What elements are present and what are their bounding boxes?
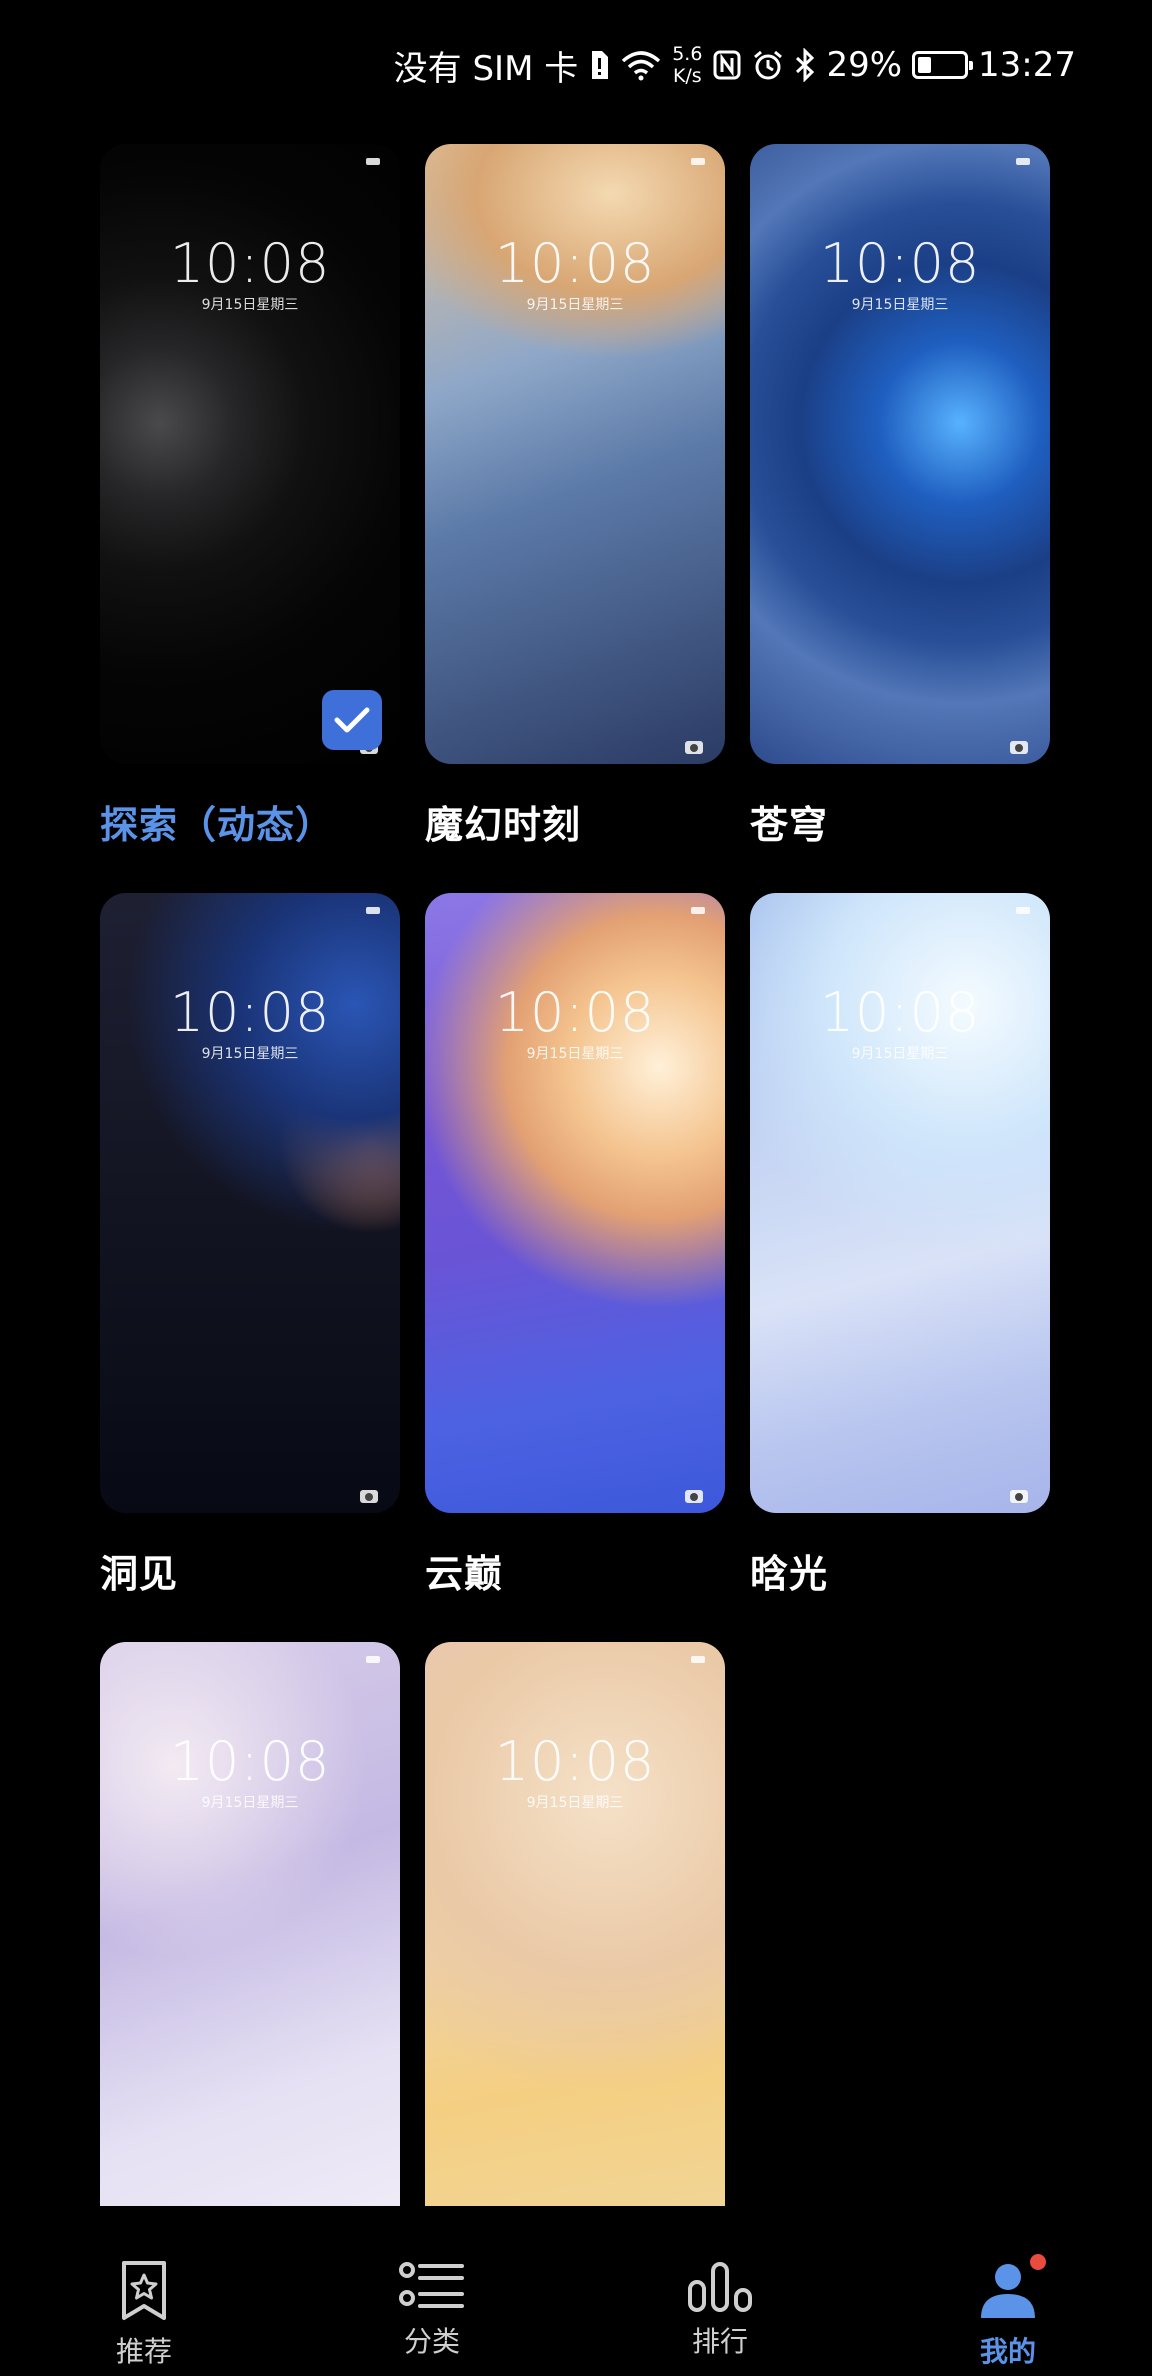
- wallpaper-card[interactable]: 10:08 9月15日星期三 云巅: [425, 893, 725, 1598]
- wallpaper-name: 苍穹: [750, 803, 829, 847]
- wallpaper-name: 魔幻时刻: [425, 803, 582, 847]
- wallpaper-card[interactable]: 10:08 9月15日星期三 探索（动态）: [100, 144, 400, 849]
- mini-battery-icon: [1016, 907, 1030, 914]
- nav-recommend[interactable]: 推荐: [44, 2260, 244, 2370]
- preview-date: 9月15日星期三: [201, 1046, 299, 1062]
- nav-mine[interactable]: 我的: [908, 2254, 1108, 2370]
- wallpaper-card[interactable]: 10:08 9月15日星期三 洞见: [100, 893, 400, 1598]
- preview-date: 9月15日星期三: [201, 297, 299, 313]
- bookmark-star-icon: [122, 2261, 166, 2320]
- camera-icon: [1010, 1490, 1028, 1503]
- preview-clock: 10:08: [819, 981, 981, 1044]
- mini-battery-icon: [366, 1656, 380, 1663]
- wallpaper-name: 晗光: [750, 1552, 829, 1596]
- wallpaper-name: 探索（动态）: [100, 803, 335, 847]
- preview-clock: 10:08: [494, 232, 656, 295]
- wallpaper-card[interactable]: 10:08 9月15日星期三 苍穹: [750, 144, 1050, 849]
- preview-date: 9月15日星期三: [526, 1046, 624, 1062]
- mini-battery-icon: [691, 1656, 705, 1663]
- nav-label: 排行: [691, 2325, 748, 2358]
- wallpaper-card[interactable]: 10:08 9月15日星期三: [425, 1642, 725, 2210]
- bar-chart-icon: [688, 2262, 752, 2312]
- list-icon: [399, 2262, 464, 2308]
- wallpaper-thumbnail[interactable]: 10:08 9月15日星期三: [100, 144, 400, 764]
- wallpaper-grid: 10:08 9月15日星期三 探索（动态） 10:08 9月15日星期三 魔幻时…: [0, 0, 1152, 2210]
- preview-date: 9月15日星期三: [526, 1795, 624, 1811]
- wallpaper-thumbnail[interactable]: 10:08 9月15日星期三: [425, 1642, 725, 2210]
- preview-date: 9月15日星期三: [851, 1046, 949, 1062]
- wallpaper-thumbnail[interactable]: 10:08 9月15日星期三: [425, 144, 725, 764]
- wallpaper-thumbnail[interactable]: 10:08 9月15日星期三: [750, 144, 1050, 764]
- mini-battery-icon: [1016, 158, 1030, 165]
- preview-date: 9月15日星期三: [526, 297, 624, 313]
- preview-clock: 10:08: [819, 232, 981, 295]
- mini-battery-icon: [366, 158, 380, 165]
- wallpaper-card[interactable]: 10:08 9月15日星期三 魔幻时刻: [425, 144, 725, 849]
- wallpaper-name: 云巅: [425, 1552, 504, 1596]
- notification-dot: [1030, 2254, 1046, 2270]
- mini-battery-icon: [691, 907, 705, 914]
- wallpaper-thumbnail[interactable]: 10:08 9月15日星期三: [425, 893, 725, 1513]
- wallpaper-thumbnail[interactable]: 10:08 9月15日星期三: [100, 1642, 400, 2210]
- camera-icon: [1010, 741, 1028, 754]
- preview-clock: 10:08: [494, 981, 656, 1044]
- nav-label: 推荐: [115, 2335, 172, 2368]
- wallpaper-card[interactable]: 10:08 9月15日星期三 晗光: [750, 893, 1050, 1598]
- selected-check-icon: [322, 690, 382, 750]
- preview-clock: 10:08: [169, 232, 331, 295]
- preview-clock: 10:08: [494, 1730, 656, 1793]
- preview-date: 9月15日星期三: [851, 297, 949, 313]
- camera-icon: [685, 741, 703, 754]
- nav-ranking[interactable]: 排行: [620, 2260, 820, 2360]
- preview-clock: 10:08: [169, 1730, 331, 1793]
- nav-label: 分类: [403, 2325, 460, 2358]
- mini-battery-icon: [691, 158, 705, 165]
- preview-date: 9月15日星期三: [201, 1795, 299, 1811]
- nav-label: 我的: [979, 2335, 1036, 2368]
- bottom-nav: 推荐 分类 排行 我的: [0, 2206, 1152, 2376]
- wallpaper-card[interactable]: 10:08 9月15日星期三: [100, 1642, 400, 2210]
- wallpaper-name: 洞见: [100, 1552, 179, 1596]
- wallpaper-thumbnail[interactable]: 10:08 9月15日星期三: [100, 893, 400, 1513]
- camera-icon: [685, 1490, 703, 1503]
- person-icon: [981, 2264, 1035, 2318]
- nav-category[interactable]: 分类: [332, 2260, 532, 2360]
- camera-icon: [360, 1490, 378, 1503]
- mini-battery-icon: [366, 907, 380, 914]
- wallpaper-thumbnail[interactable]: 10:08 9月15日星期三: [750, 893, 1050, 1513]
- preview-clock: 10:08: [169, 981, 331, 1044]
- wallpaper-page: 没有 SIM 卡 5.6 K/s 29% 13:27 10:08 9月15日星期…: [0, 0, 1152, 2376]
